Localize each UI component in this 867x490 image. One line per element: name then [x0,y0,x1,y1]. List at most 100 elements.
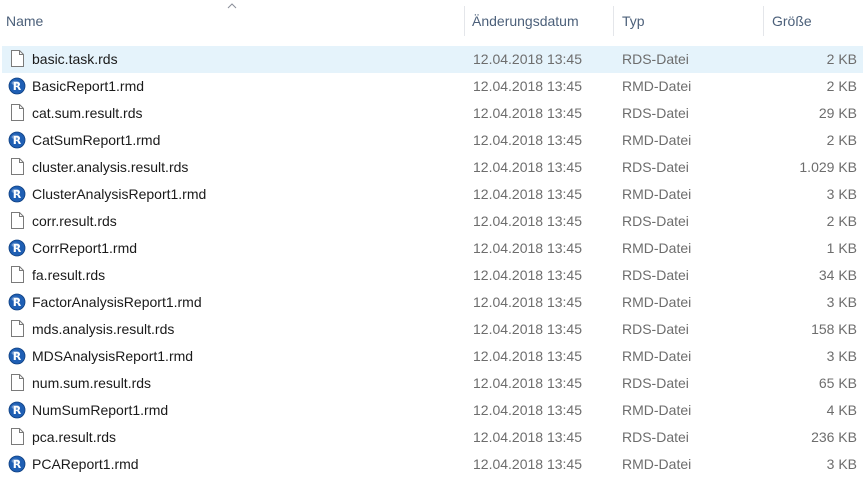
file-size: 34 KB [818,267,857,283]
file-date: 12.04.2018 13:45 [473,429,582,445]
file-explorer: Name Änderungsdatum Typ Größe basic.task… [0,0,867,490]
file-date: 12.04.2018 13:45 [473,456,582,472]
svg-text:R: R [13,350,22,363]
document-icon [8,46,26,73]
file-size: 2 KB [826,213,857,229]
file-type: RDS-Datei [622,321,689,337]
column-header-name[interactable]: Name [0,0,464,42]
file-type: RMD-Datei [622,186,692,202]
file-date: 12.04.2018 13:45 [473,186,582,202]
document-icon [8,370,26,397]
file-date: 12.04.2018 13:45 [473,159,582,175]
file-size: 1 KB [826,240,857,256]
file-name: PCAReport1.rmd [32,456,139,472]
r-file-icon: R [8,397,26,424]
file-name: pca.result.rds [32,429,117,445]
file-row[interactable]: R ClusterAnalysisReport1.rmd 12.04.2018 13… [2,181,863,208]
file-date: 12.04.2018 13:45 [473,402,582,418]
file-type: RMD-Datei [622,132,692,148]
column-divider[interactable] [613,6,614,36]
document-icon [8,424,26,451]
file-size: 3 KB [826,186,857,202]
file-type: RDS-Datei [622,105,689,121]
r-file-icon: R [8,235,26,262]
document-icon [8,208,26,235]
file-row[interactable]: R CatSumReport1.rmd 12.04.2018 13:45 RMD-Da… [2,127,863,154]
document-icon [8,262,26,289]
file-size: 2 KB [826,51,857,67]
svg-text:R: R [13,80,22,93]
file-size: 1.029 KB [799,159,857,175]
file-row[interactable]: R PCAReport1.rmd 12.04.2018 13:45 RMD-Datei… [2,451,863,478]
file-type: RMD-Datei [622,240,692,256]
file-size: 29 KB [818,105,857,121]
svg-text:R: R [13,242,22,255]
file-type: RDS-Datei [622,213,689,229]
file-type: RDS-Datei [622,51,689,67]
document-icon [8,100,26,127]
r-file-icon: R [8,73,26,100]
file-size: 2 KB [826,132,857,148]
file-date: 12.04.2018 13:45 [473,267,582,283]
svg-text:R: R [13,296,22,309]
file-name: fa.result.rds [32,267,106,283]
file-name: FactorAnalysisReport1.rmd [32,294,202,310]
r-file-icon: R [8,451,26,478]
file-date: 12.04.2018 13:45 [473,348,582,364]
file-row[interactable]: R FactorAnalysisReport1.rmd 12.04.2018 13:… [2,289,863,316]
svg-text:R: R [13,404,22,417]
file-type: RDS-Datei [622,375,689,391]
file-date: 12.04.2018 13:45 [473,132,582,148]
file-type: RDS-Datei [622,429,689,445]
file-row[interactable]: pca.result.rds 12.04.2018 13:45 RDS-Datei 2… [2,424,863,451]
column-header-type[interactable]: Typ [616,0,764,42]
file-date: 12.04.2018 13:45 [473,78,582,94]
file-row[interactable]: mds.analysis.result.rds 12.04.2018 13:45 R… [2,316,863,343]
file-type: RMD-Datei [622,348,692,364]
file-row[interactable]: num.sum.result.rds 12.04.2018 13:45 RDS-Da… [2,370,863,397]
file-size: 158 KB [811,321,857,337]
file-row[interactable]: corr.result.rds 12.04.2018 13:45 RDS-Datei… [2,208,863,235]
file-type: RMD-Datei [622,78,692,94]
file-name: mds.analysis.result.rds [32,321,175,337]
document-icon [8,154,26,181]
file-size: 236 KB [811,429,857,445]
file-date: 12.04.2018 13:45 [473,321,582,337]
document-icon [8,316,26,343]
file-size: 65 KB [818,375,857,391]
file-name: cat.sum.result.rds [32,105,143,121]
file-date: 12.04.2018 13:45 [473,294,582,310]
file-row[interactable]: R CorrReport1.rmd 12.04.2018 13:45 RMD-Date… [2,235,863,262]
file-size: 3 KB [826,294,857,310]
file-date: 12.04.2018 13:45 [473,240,582,256]
file-row[interactable]: fa.result.rds 12.04.2018 13:45 RDS-Datei 34… [2,262,863,289]
file-type: RDS-Datei [622,267,689,283]
file-name: ClusterAnalysisReport1.rmd [32,186,207,202]
file-name: CorrReport1.rmd [32,240,138,256]
file-name: BasicReport1.rmd [32,78,145,94]
file-row[interactable]: R BasicReport1.rmd 12.04.2018 13:45 RMD-Dat… [2,73,863,100]
file-row[interactable]: R NumSumReport1.rmd 12.04.2018 13:45 RMD-Da… [2,397,863,424]
file-row[interactable]: basic.task.rds 12.04.2018 13:45 RDS-Datei 2… [2,46,863,73]
file-type: RDS-Datei [622,159,689,175]
file-row[interactable]: cluster.analysis.result.rds 12.04.2018 13… [2,154,863,181]
r-file-icon: R [8,289,26,316]
column-divider[interactable] [763,6,764,36]
column-header-size[interactable]: Größe [766,0,866,42]
file-type: RMD-Datei [622,402,692,418]
file-name: NumSumReport1.rmd [32,402,169,418]
file-size: 3 KB [826,348,857,364]
file-row[interactable]: cat.sum.result.rds 12.04.2018 13:45 RDS-Da… [2,100,863,127]
column-divider[interactable] [464,6,465,36]
file-date: 12.04.2018 13:45 [473,213,582,229]
file-type: RMD-Datei [622,294,692,310]
file-list: basic.task.rds 12.04.2018 13:45 RDS-Datei 2… [0,46,867,478]
file-name: CatSumReport1.rmd [32,132,161,148]
svg-text:R: R [13,134,22,147]
file-type: RMD-Datei [622,456,692,472]
file-row[interactable]: R MDSAnalysisReport1.rmd 12.04.2018 13:45 R… [2,343,863,370]
file-size: 3 KB [826,456,857,472]
r-file-icon: R [8,343,26,370]
file-date: 12.04.2018 13:45 [473,105,582,121]
column-header-date[interactable]: Änderungsdatum [466,0,614,42]
